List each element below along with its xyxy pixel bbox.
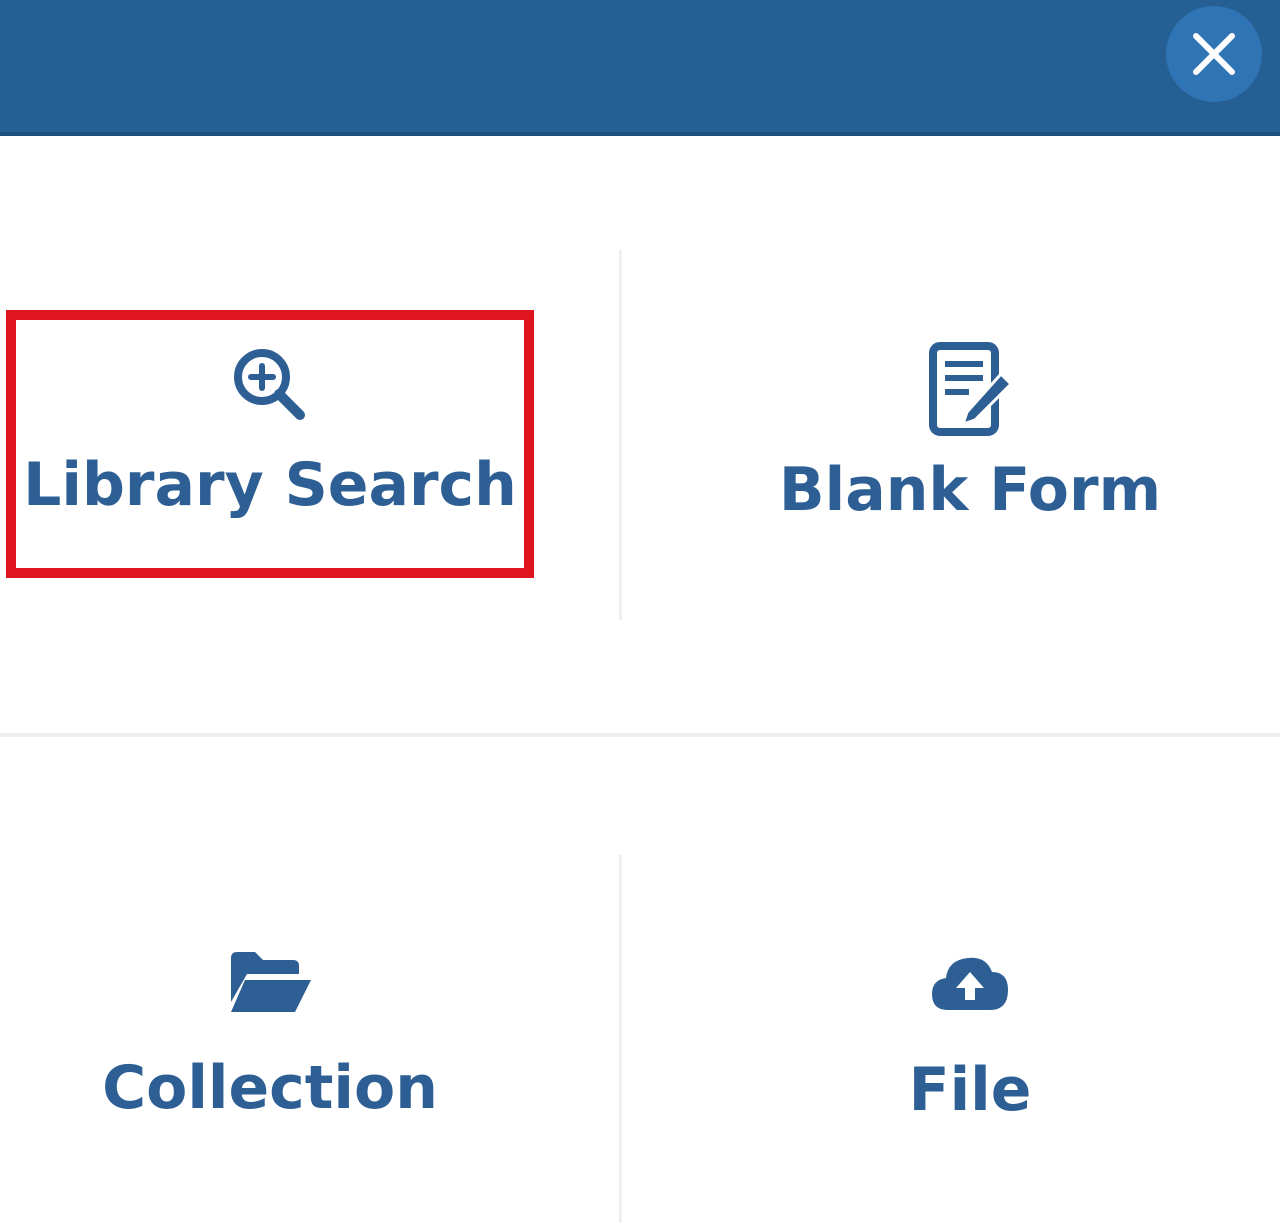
collection-option[interactable]: Collection [20, 950, 520, 1118]
file-option[interactable]: File [720, 950, 1220, 1120]
close-icon [1193, 33, 1235, 75]
file-label: File [908, 1055, 1032, 1125]
close-button[interactable] [1166, 6, 1262, 102]
row-divider [0, 733, 1280, 737]
search-plus-icon [234, 349, 305, 420]
blank-form-option[interactable]: Blank Form [720, 340, 1220, 520]
column-divider-top [619, 250, 622, 620]
folder-open-icon [231, 952, 311, 1012]
cloud-upload-icon [932, 957, 1008, 1010]
library-search-option[interactable]: Library Search [20, 345, 520, 515]
form-edit-icon [929, 342, 1014, 436]
collection-label: Collection [102, 1053, 438, 1123]
dialog-header [0, 0, 1280, 136]
library-search-label: Library Search [23, 450, 517, 520]
column-divider-bottom [619, 855, 622, 1223]
blank-form-label: Blank Form [778, 455, 1162, 525]
